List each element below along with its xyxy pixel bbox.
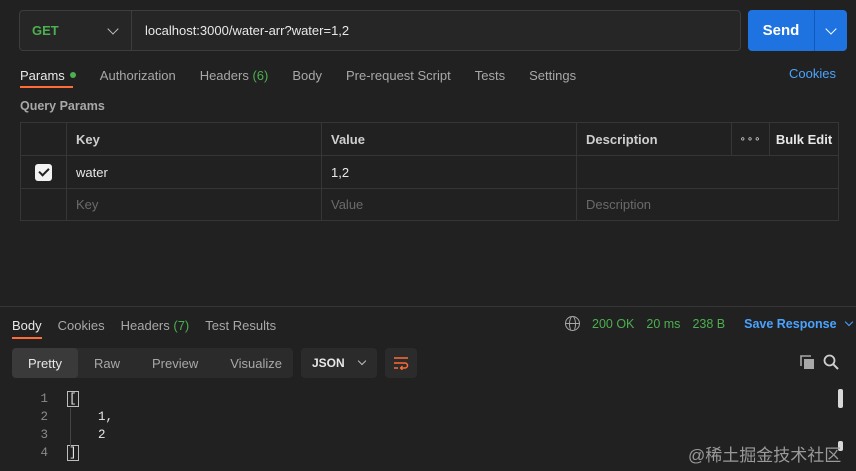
row-select-cell (21, 156, 67, 188)
tab-response-body[interactable]: Body (12, 318, 42, 333)
tab-label: Test Results (205, 317, 277, 333)
table-header-row: Key Value Description ∘∘∘ Bulk Edit (21, 123, 838, 156)
code-line: 2 1, (0, 408, 113, 426)
tab-response-headers[interactable]: Headers (7) (121, 318, 190, 333)
column-header-description: Description (577, 123, 732, 155)
response-time[interactable]: 20 ms (646, 317, 680, 331)
line-number: 2 (40, 410, 48, 424)
tab-tests[interactable]: Tests (475, 68, 505, 83)
method-select[interactable]: GET (20, 11, 132, 50)
tab-label: Body (292, 67, 322, 83)
more-options-icon[interactable]: ∘∘∘ (732, 123, 770, 155)
tab-label: Headers (199, 67, 249, 83)
globe-icon[interactable] (565, 316, 580, 331)
method-label: GET (32, 23, 59, 38)
header-select-cell (21, 123, 67, 155)
code-line: 1 [ (0, 390, 79, 408)
wrap-lines-icon (394, 357, 409, 370)
active-tab-underline (20, 86, 73, 88)
search-icon[interactable] (823, 354, 839, 370)
tab-pre-request-script[interactable]: Pre-request Script (346, 68, 451, 83)
tab-label: Params (20, 67, 65, 83)
tab-response-cookies[interactable]: Cookies (58, 318, 105, 333)
vertical-scrollbar[interactable] (838, 389, 843, 408)
table-row: water 1,2 (21, 156, 838, 189)
code-text: 2 (68, 428, 106, 442)
tab-params[interactable]: Params (20, 68, 76, 83)
code-text: 1, (68, 410, 114, 424)
line-number: 1 (40, 392, 48, 406)
check-icon (37, 164, 50, 177)
row-enabled-checkbox[interactable] (35, 163, 52, 181)
tab-count: (7) (173, 317, 190, 333)
chevron-down-icon (825, 22, 837, 35)
request-bar: GET (19, 10, 741, 51)
tab-label: Cookies (57, 317, 105, 333)
tab-test-results[interactable]: Test Results (205, 318, 276, 333)
tab-label: Body (12, 317, 42, 333)
view-mode-group: Pretty Raw Preview Visualize (12, 348, 293, 378)
view-visualize-button[interactable]: Visualize (214, 348, 298, 378)
save-response-button[interactable]: Save Response (744, 316, 853, 331)
active-dot-icon (69, 72, 76, 79)
status-badge[interactable]: 200 OK (592, 317, 634, 331)
param-description-cell[interactable] (577, 156, 838, 188)
response-size[interactable]: 238 B (692, 317, 725, 331)
code-line: 4 ] (0, 444, 79, 462)
line-number: 4 (40, 446, 48, 460)
view-pretty-button[interactable]: Pretty (12, 348, 78, 378)
query-params-table: Key Value Description ∘∘∘ Bulk Edit wate… (20, 122, 839, 221)
tab-count: (6) (252, 67, 269, 83)
column-header-value: Value (322, 123, 577, 155)
tab-label: Tests (474, 67, 506, 83)
wrap-lines-button[interactable] (385, 348, 417, 378)
tab-body[interactable]: Body (292, 68, 322, 83)
active-tab-underline (12, 337, 42, 339)
bulk-edit-button[interactable]: Bulk Edit (770, 123, 838, 155)
tab-settings[interactable]: Settings (529, 68, 576, 83)
format-label: JSON (312, 356, 345, 370)
code-line: 3 2 (0, 426, 105, 444)
code-text: [ (67, 391, 79, 407)
view-preview-button[interactable]: Preview (136, 348, 214, 378)
request-tabs: Params Authorization Headers (6) Body Pr… (20, 66, 600, 84)
copy-icon[interactable] (800, 355, 815, 370)
chevron-down-icon (357, 356, 367, 366)
response-tabs: Body Cookies Headers (7) Test Results (12, 316, 300, 334)
tab-label: Headers (120, 317, 170, 333)
new-value-input[interactable]: Value (322, 189, 577, 220)
table-row-new: Key Value Description (21, 189, 838, 220)
save-response-label: Save Response (744, 316, 837, 331)
send-button[interactable]: Send (748, 22, 814, 39)
tab-label: Authorization (99, 67, 176, 83)
send-options-button[interactable] (814, 10, 847, 51)
line-number: 3 (40, 428, 48, 442)
bulk-edit-label: Bulk Edit (775, 131, 833, 147)
send-button-group: Send (748, 10, 847, 51)
chevron-down-icon (107, 22, 119, 35)
chevron-down-icon (844, 317, 853, 326)
cookies-link[interactable]: Cookies (789, 66, 836, 81)
format-select[interactable]: JSON (301, 348, 377, 378)
query-params-label: Query Params (20, 99, 105, 113)
tab-label: Settings (529, 67, 577, 83)
pane-divider[interactable] (0, 306, 856, 307)
view-raw-button[interactable]: Raw (78, 348, 136, 378)
column-header-key: Key (67, 123, 322, 155)
param-key-cell[interactable]: water (67, 156, 322, 188)
watermark: @稀土掘金技术社区 (688, 446, 842, 465)
url-input[interactable] (132, 11, 740, 50)
indent-guide (70, 408, 71, 446)
response-meta: 200 OK 20 ms 238 B Save Response (565, 316, 853, 331)
new-key-input[interactable]: Key (67, 189, 322, 220)
tab-headers[interactable]: Headers (6) (200, 68, 269, 83)
more-dots: ∘∘∘ (739, 133, 762, 145)
code-text: ] (67, 445, 79, 461)
new-description-input[interactable]: Description (577, 189, 838, 220)
tab-label: Pre-request Script (345, 67, 451, 83)
tab-authorization[interactable]: Authorization (100, 68, 176, 83)
row-select-cell (21, 189, 67, 220)
param-value-cell[interactable]: 1,2 (322, 156, 577, 188)
